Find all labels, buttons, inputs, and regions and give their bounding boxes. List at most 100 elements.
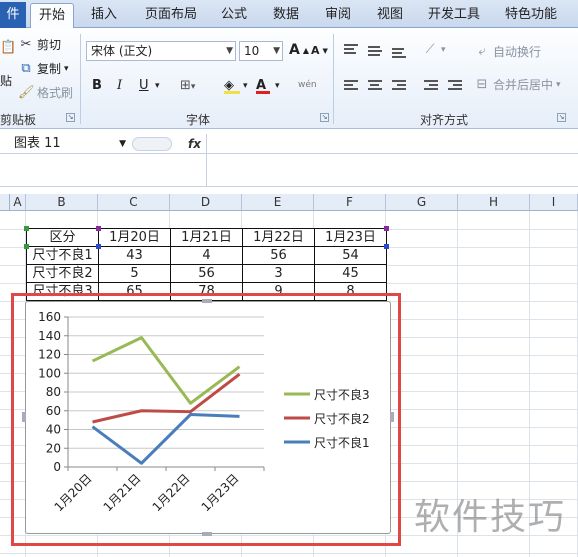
copy-button[interactable]: ⧉ 复制 ▾ (18, 60, 69, 77)
italic-button[interactable]: I (117, 78, 122, 93)
x-tick-label: 1月21日 (101, 471, 144, 514)
table-cell[interactable]: 45 (314, 264, 387, 283)
tab-review[interactable]: 审阅 (318, 3, 358, 28)
align-right-icon[interactable] (392, 80, 406, 92)
group-separator (80, 34, 81, 124)
table-cell[interactable]: 尺寸不良1 (26, 246, 99, 265)
fill-dropdown-icon[interactable]: ▾ (243, 81, 248, 91)
column-header-f[interactable]: F (314, 194, 386, 211)
alignment-launcher-icon[interactable]: ↘ (557, 113, 566, 122)
cut-label: 剪切 (37, 38, 62, 52)
header-cell[interactable]: 1月20日 (98, 228, 171, 247)
column-header-b[interactable]: B (26, 194, 98, 211)
header-cell[interactable]: 1月21日 (170, 228, 243, 247)
phonetic-guide-icon: wén (298, 80, 317, 90)
top-align-icon[interactable] (344, 44, 358, 56)
tab-file[interactable]: 件 (0, 2, 26, 28)
decrease-indent-icon[interactable] (424, 80, 438, 92)
font-launcher-icon[interactable]: ↘ (320, 113, 329, 122)
formula-input[interactable] (206, 134, 578, 154)
y-tick-label: 160 (38, 310, 61, 324)
chevron-down-icon[interactable]: ▼ (273, 42, 280, 60)
merge-cells-icon: ⊟ (476, 76, 488, 92)
table-cell[interactable]: 4 (170, 246, 243, 265)
tab-view[interactable]: 视图 (370, 3, 410, 28)
header-cell[interactable]: 1月22日 (242, 228, 315, 247)
table-cell[interactable]: 5 (98, 264, 171, 283)
bottom-align-icon[interactable] (392, 48, 406, 60)
chart-resize-handle[interactable] (202, 532, 212, 536)
tab-data[interactable]: 数据 (266, 3, 306, 28)
column-header-c[interactable]: C (98, 194, 170, 211)
paste-button[interactable]: 📋 (0, 40, 16, 56)
column-header-d[interactable]: D (170, 194, 242, 211)
align-center-icon[interactable] (368, 80, 382, 92)
chevron-down-icon[interactable]: ▼ (119, 134, 126, 154)
increase-indent-icon[interactable] (448, 80, 462, 92)
name-box[interactable]: 图表 11 ▼ (0, 134, 128, 154)
header-cell[interactable]: 区分 (26, 228, 99, 247)
column-header-e[interactable]: E (242, 194, 314, 211)
ribbon-home: 📋 贴 ✂ 剪切 ⧉ 复制 ▾ 🖌 格式刷 剪贴板 ↘ 宋体 (正文) ▼ 10… (0, 28, 578, 129)
middle-align-icon[interactable] (368, 46, 382, 58)
clipboard-launcher-icon[interactable]: ↘ (66, 113, 75, 122)
column-header-g[interactable]: G (386, 194, 458, 211)
range-handle[interactable] (24, 244, 29, 249)
select-all-corner[interactable] (0, 194, 10, 211)
table-cell[interactable]: 56 (242, 246, 315, 265)
range-handle[interactable] (24, 226, 29, 231)
phonetic-guide-button[interactable]: wén (298, 80, 317, 90)
table-cell[interactable]: 43 (98, 246, 171, 265)
chart-resize-handle[interactable] (390, 412, 394, 422)
tab-formulas[interactable]: 公式 (214, 3, 254, 28)
cut-button[interactable]: ✂ 剪切 (18, 36, 61, 53)
paint-bucket-icon: ◈ (224, 78, 234, 93)
column-header-h[interactable]: H (458, 194, 530, 211)
line-chart[interactable]: 0 20 40 60 80 100 120 140 160 1月20日 1月21日 1月22日 1月23… (25, 301, 391, 534)
underline-button[interactable]: U (139, 78, 149, 93)
series-line-尺寸不良1 (91, 413, 240, 465)
column-header-a[interactable]: A (10, 194, 26, 211)
font-color-dropdown-icon[interactable]: ▾ (275, 81, 280, 91)
font-name-combo[interactable]: 宋体 (正文) ▼ (86, 41, 236, 61)
font-color-button[interactable]: A (256, 78, 270, 94)
border-icon[interactable]: ⊞▾ (180, 78, 195, 93)
column-header-i[interactable]: I (530, 194, 578, 211)
align-left-icon[interactable] (344, 80, 358, 92)
chart-resize-handle[interactable] (202, 299, 212, 303)
tab-insert[interactable]: 插入 (82, 3, 126, 28)
table-cell[interactable]: 56 (170, 264, 243, 283)
tab-home[interactable]: 开始 (30, 3, 74, 28)
ribbon-tab-bar: 件 开始 插入 页面布局 公式 数据 审阅 视图 开发工具 特色功能 (0, 0, 578, 28)
tab-developer[interactable]: 开发工具 (422, 3, 486, 28)
chart-resize-handle[interactable] (22, 412, 26, 422)
fill-color-button[interactable]: ◈ (224, 78, 240, 94)
range-handle[interactable] (96, 244, 101, 249)
formula-bar-splitter[interactable] (132, 137, 172, 151)
font-size-combo[interactable]: 10 ▼ (239, 41, 283, 61)
underline-dropdown-icon[interactable]: ▾ (155, 81, 160, 91)
format-painter-button[interactable]: 🖌 格式刷 (18, 84, 73, 101)
range-handle[interactable] (384, 226, 389, 231)
table-cell[interactable]: 54 (314, 246, 387, 265)
group-separator (333, 34, 334, 124)
table-cell[interactable]: 3 (242, 264, 315, 283)
grow-font-button[interactable]: A ▲ (289, 42, 309, 58)
orientation-button[interactable]: ⟋ ▾ (422, 42, 445, 58)
range-handle[interactable] (384, 244, 389, 249)
table-cell[interactable]: 尺寸不良2 (26, 264, 99, 283)
orientation-icon: ⟋ (425, 42, 435, 57)
range-handle[interactable] (96, 226, 101, 231)
insert-function-icon[interactable]: fx (188, 134, 201, 154)
copy-dropdown-icon[interactable]: ▾ (64, 64, 69, 74)
tab-special-features[interactable]: 特色功能 (498, 3, 564, 28)
wrap-text-button[interactable]: ⤶ 自动换行 (474, 43, 541, 60)
shrink-font-button[interactable]: A ▼ (311, 44, 328, 57)
chevron-down-icon[interactable]: ▼ (226, 42, 233, 60)
merge-center-label: 合并后居中 (493, 78, 554, 92)
bold-button[interactable]: B (92, 78, 102, 93)
header-cell[interactable]: 1月23日 (314, 228, 387, 247)
merge-dropdown-icon[interactable]: ▾ (556, 80, 561, 90)
merge-center-button[interactable]: ⊟ 合并后居中 ▾ (474, 76, 561, 93)
tab-page-layout[interactable]: 页面布局 (140, 3, 202, 28)
